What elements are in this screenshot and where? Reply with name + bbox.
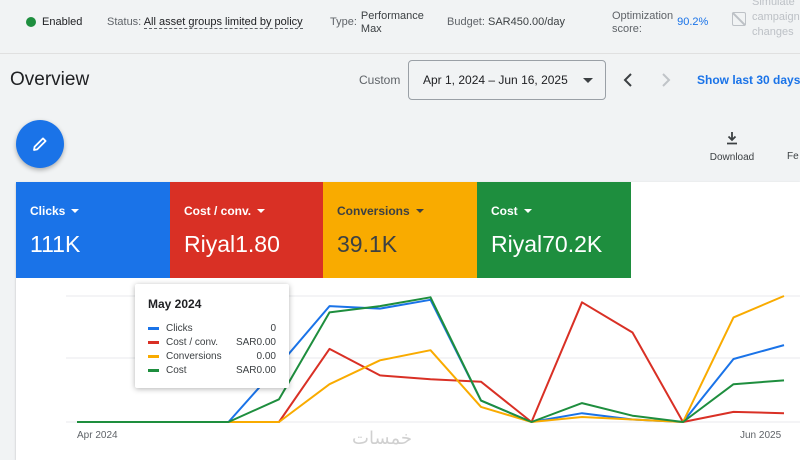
series-swatch	[148, 340, 159, 344]
enabled-dot-icon	[26, 17, 36, 27]
budget-value[interactable]: SAR450.00/day	[488, 16, 565, 28]
series-swatch	[148, 368, 159, 372]
download-button[interactable]: Download	[704, 130, 760, 163]
type-info: Type: Performance Max	[330, 10, 424, 36]
tooltip-series-name: Cost / conv.	[166, 336, 219, 348]
series-swatch	[148, 326, 159, 330]
x-axis-end-label: Jun 2025	[740, 430, 782, 441]
chevron-left-icon	[623, 73, 632, 87]
date-range-picker[interactable]: Apr 1, 2024 – Jun 16, 2025	[408, 60, 606, 100]
performance-card: Clicks 111K Cost / conv. Riyal1.80 Conve…	[16, 182, 800, 460]
tooltip-title: May 2024	[148, 297, 202, 311]
simulate-disabled-icon	[732, 12, 746, 26]
chevron-right-icon	[662, 73, 671, 87]
tooltip-row: Cost / conv. SAR0.00	[148, 335, 276, 349]
chevron-down-icon	[583, 78, 593, 83]
budget-label: Budget:	[447, 16, 485, 28]
status-value[interactable]: All asset groups limited by policy	[143, 16, 303, 29]
type-value-line1: Performance	[360, 10, 424, 22]
x-axis-start-label: Apr 2024	[77, 430, 118, 441]
sim-line3: changes	[752, 26, 794, 38]
performance-line-chart[interactable]	[16, 182, 800, 460]
campaign-status-bar: Enabled Status: All asset groups limited…	[0, 0, 800, 50]
tooltip-series-name: Clicks	[166, 322, 193, 334]
sim-line1: Simulate	[752, 0, 795, 8]
tooltip-series-value: SAR0.00	[235, 336, 276, 348]
budget-info: Budget: SAR450.00/day	[447, 16, 565, 28]
type-label: Type:	[330, 16, 357, 28]
series-swatch	[148, 354, 159, 358]
date-range-value: Apr 1, 2024 – Jun 16, 2025	[423, 73, 568, 87]
divider	[0, 53, 800, 54]
enabled-label: Enabled	[42, 16, 83, 28]
simulate-changes[interactable]: Simulate campaign changes	[732, 0, 800, 40]
tooltip-row: Conversions 0.00	[148, 349, 276, 363]
download-label: Download	[709, 152, 755, 163]
enabled-status[interactable]: Enabled	[26, 16, 82, 28]
tooltip-series-value: 0.00	[256, 350, 276, 362]
next-period-button[interactable]	[656, 70, 676, 90]
tooltip-row: Clicks 0	[148, 321, 276, 335]
download-icon	[727, 132, 737, 145]
status-info: Status: All asset groups limited by poli…	[107, 16, 303, 29]
tooltip-series-name: Cost	[166, 364, 187, 376]
tooltip-series-value: 0	[270, 322, 276, 334]
tooltip-series-value: SAR0.00	[235, 364, 276, 376]
page-title: Overview	[10, 69, 90, 90]
custom-label: Custom	[359, 73, 401, 87]
opt-score-value[interactable]: 90.2%	[677, 16, 708, 36]
previous-period-button[interactable]	[618, 70, 638, 90]
edit-fab-button[interactable]	[16, 120, 64, 168]
tooltip-series-name: Conversions	[166, 350, 222, 362]
show-last-30-days-link[interactable]: Show last 30 days	[697, 73, 800, 87]
pencil-icon	[33, 137, 47, 151]
type-value-line2: Max	[360, 23, 382, 35]
tooltip-row: Cost SAR0.00	[148, 363, 276, 377]
status-label: Status:	[107, 16, 142, 28]
chart-tooltip: May 2024 Clicks 0 Cost / conv. SAR0.00 Con…	[135, 284, 289, 388]
optimization-score: Optimization score: 90.2%	[612, 10, 708, 36]
watermark-logo: خمسات	[352, 428, 413, 449]
truncated-action-label[interactable]: Fe	[787, 151, 799, 162]
opt-label-line1: Optimization	[612, 10, 674, 22]
opt-label-line2: score:	[612, 23, 642, 35]
sim-line2: campaign	[752, 11, 800, 23]
